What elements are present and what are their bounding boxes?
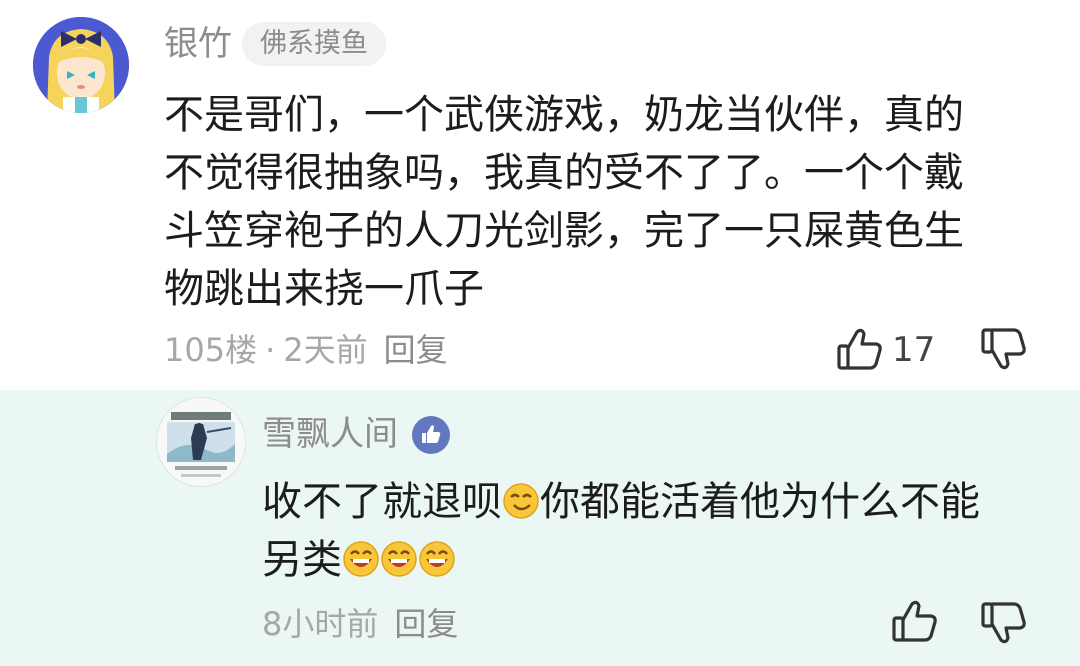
reply-text-part-1: 收不了就退呗 (262, 479, 502, 525)
reply-text-line-2: 另类 (262, 531, 456, 589)
reply-button[interactable]: 回复 (394, 605, 458, 643)
comment-text-line-1: 不是哥们，一个武侠游戏，奶龙当伙伴，真的 (164, 92, 964, 138)
comment-text-line-3: 斗笠穿袍子的人刀光剑影，完了一只屎黄色生 (164, 208, 964, 254)
reply-text-line-1: 收不了就退呗 你都能活着他为什么不能 (262, 473, 980, 531)
username[interactable]: 银竹 (164, 24, 232, 64)
avatar[interactable] (33, 17, 129, 113)
user-badge: 佛系摸鱼 (242, 22, 386, 66)
like-count: 17 (892, 330, 936, 370)
timestamp: 2天前 (283, 331, 368, 369)
grinning-emoji-icon (343, 535, 379, 577)
comment-text-line-4: 物跳出来挠一爪子 (164, 266, 484, 312)
meta-separator: · (265, 331, 276, 369)
smirk-emoji-icon (503, 477, 539, 519)
reply-meta: 8小时前 回复 (262, 604, 458, 644)
thumbs-up-badge-icon (412, 416, 450, 454)
reply-timestamp: 8小时前 (262, 605, 379, 643)
thumbs-up-icon[interactable] (891, 598, 939, 644)
grinning-emoji-icon (381, 535, 417, 577)
comment-meta: 105楼 · 2天前 回复 (164, 330, 448, 370)
thumbs-down-icon[interactable] (980, 600, 1028, 646)
comment-card: 银竹 佛系摸鱼 不是哥们，一个武侠游戏，奶龙当伙伴，真的 不觉得很抽象吗，我真的… (0, 0, 1080, 390)
grinning-emoji-icon (419, 535, 455, 577)
thumbs-up-icon[interactable] (836, 326, 884, 372)
reply-text-part-2: 你都能活着他为什么不能 (540, 479, 980, 525)
reply-button[interactable]: 回复 (384, 331, 448, 369)
reply-text-part-3: 另类 (262, 537, 342, 583)
reply-username[interactable]: 雪飘人间 (262, 414, 398, 454)
reply-avatar[interactable] (156, 397, 246, 487)
comment-text-line-2: 不觉得很抽象吗，我真的受不了了。一个个戴 (164, 150, 964, 196)
thumbs-down-icon[interactable] (980, 326, 1028, 372)
floor-number: 105楼 (164, 331, 258, 369)
